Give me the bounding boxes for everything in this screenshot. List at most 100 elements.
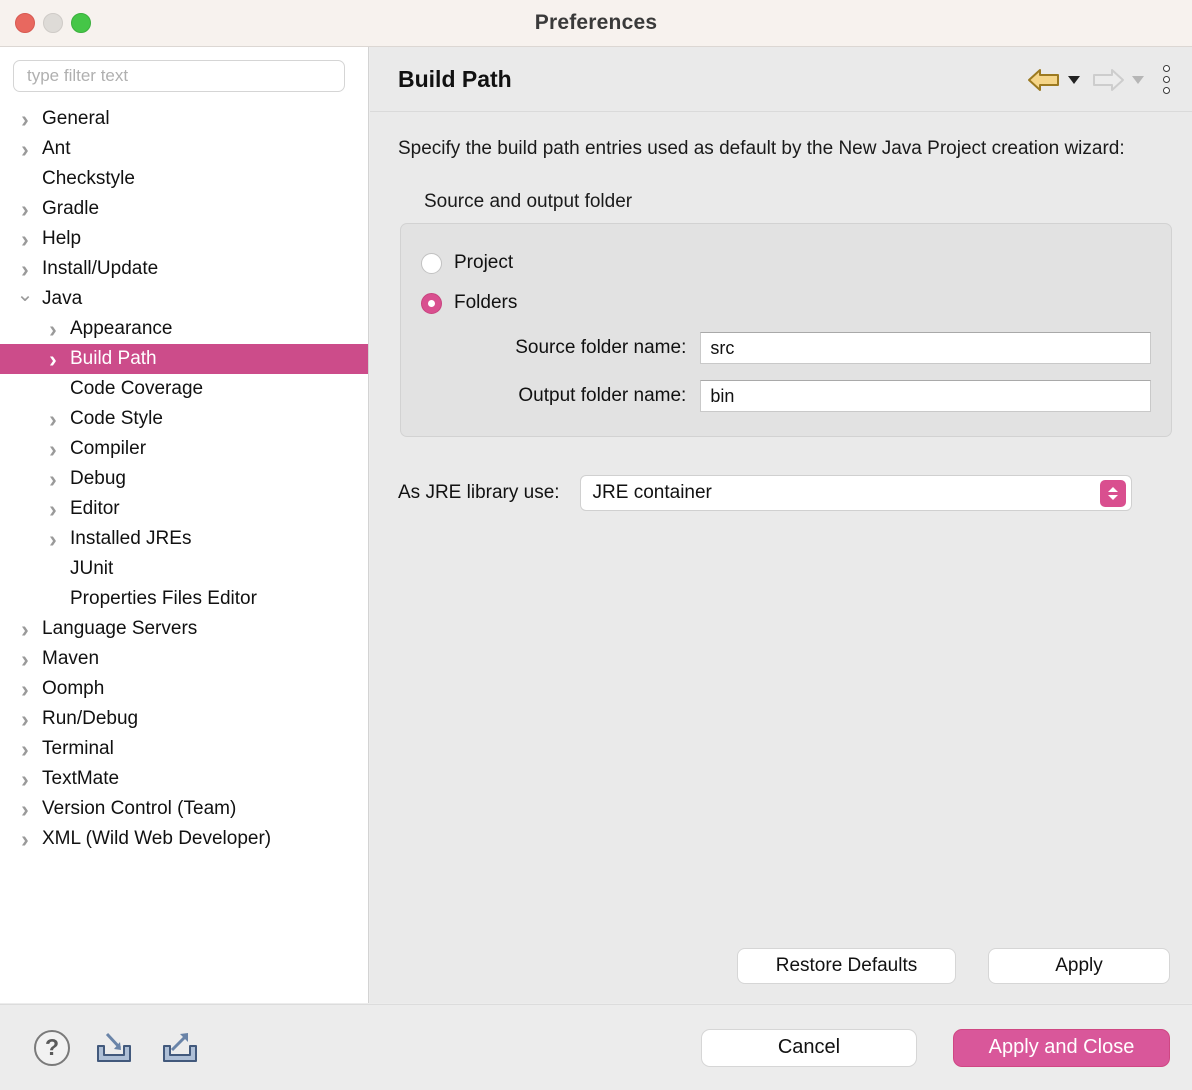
sidebar-item-label: Checkstyle — [42, 168, 135, 189]
preferences-sidebar: General Ant Checkstyle Gradle Help Install/Up… — [0, 47, 369, 1003]
chevron-right-icon[interactable] — [42, 498, 64, 521]
sidebar-item-junit[interactable]: JUnit — [0, 554, 368, 584]
footer-icon-group: ? — [34, 1028, 202, 1068]
dot — [1163, 65, 1170, 72]
question-mark-icon[interactable]: ? — [34, 1029, 70, 1066]
radio-button-project[interactable] — [421, 252, 442, 274]
sidebar-item-compiler[interactable]: Compiler — [0, 434, 368, 464]
sidebar-item-terminal[interactable]: Terminal — [0, 734, 368, 764]
vertical-dots-icon[interactable] — [1163, 65, 1170, 94]
sidebar-item-ant[interactable]: Ant — [0, 134, 368, 164]
panel-body: Specify the build path entries used as d… — [370, 112, 1192, 1003]
sidebar-item-xml-wild-web-developer[interactable]: XML (Wild Web Developer) — [0, 824, 368, 854]
sidebar-item-label: Maven — [42, 648, 100, 669]
sidebar-item-install-update[interactable]: Install/Update — [0, 254, 368, 284]
sidebar-item-gradle[interactable]: Gradle — [0, 194, 368, 224]
source-folder-row: Source folder name: — [421, 328, 1151, 368]
sidebar-item-help[interactable]: Help — [0, 224, 368, 254]
output-folder-input[interactable] — [700, 380, 1151, 413]
chevron-right-icon[interactable] — [14, 798, 36, 821]
dialog-footer: ? Cancel Apply and Close — [0, 1004, 1192, 1090]
chevron-right-icon[interactable] — [14, 708, 36, 731]
sidebar-item-maven[interactable]: Maven — [0, 644, 368, 674]
sidebar-item-build-path[interactable]: Build Path — [0, 344, 368, 374]
chevron-right-icon[interactable] — [14, 138, 36, 161]
radio-option-project[interactable]: Project — [421, 246, 1151, 280]
chevron-right-icon[interactable] — [42, 318, 64, 341]
chevron-right-icon[interactable] — [14, 618, 36, 641]
chevron-right-icon[interactable] — [42, 348, 64, 371]
sidebar-item-code-coverage[interactable]: Code Coverage — [0, 374, 368, 404]
sidebar-item-appearance[interactable]: Appearance — [0, 314, 368, 344]
chevron-right-icon[interactable] — [14, 738, 36, 761]
sidebar-item-label: General — [42, 108, 110, 129]
group-label-source-output-folder: Source and output folder — [424, 191, 633, 213]
chevron-right-icon[interactable] — [14, 648, 36, 671]
sidebar-item-code-style[interactable]: Code Style — [0, 404, 368, 434]
chevron-right-icon[interactable] — [42, 438, 64, 461]
chevron-right-icon[interactable] — [14, 228, 36, 251]
chevron-up-icon — [1107, 487, 1118, 493]
export-preferences-icon[interactable] — [158, 1028, 202, 1068]
back-button[interactable] — [1025, 67, 1063, 93]
chevron-right-icon[interactable] — [42, 468, 64, 491]
up-down-stepper-icon[interactable] — [1099, 480, 1126, 508]
sidebar-item-version-control-team[interactable]: Version Control (Team) — [0, 794, 368, 824]
chevron-right-icon[interactable] — [14, 258, 36, 281]
preferences-window: Preferences General Ant Checkstyle Gradle He… — [0, 0, 1192, 1090]
radio-label-project: Project — [454, 252, 514, 274]
sidebar-item-language-servers[interactable]: Language Servers — [0, 614, 368, 644]
sidebar-item-general[interactable]: General — [0, 104, 368, 134]
chevron-right-icon[interactable] — [14, 678, 36, 701]
back-arrow-icon — [1028, 68, 1059, 91]
sidebar-item-label: Appearance — [70, 318, 173, 339]
sidebar-item-label: Properties Files Editor — [70, 588, 257, 609]
chevron-right-icon[interactable] — [14, 198, 36, 221]
apply-button[interactable]: Apply — [988, 948, 1170, 984]
apply-and-close-button[interactable]: Apply and Close — [953, 1028, 1170, 1067]
chevron-down-icon[interactable] — [14, 289, 36, 309]
forward-button — [1089, 67, 1127, 93]
sidebar-item-run-debug[interactable]: Run/Debug — [0, 704, 368, 734]
sidebar-item-java[interactable]: Java — [0, 284, 368, 314]
chevron-right-icon[interactable] — [14, 768, 36, 791]
sidebar-item-label: Terminal — [42, 738, 114, 759]
jre-library-select[interactable]: JRE container — [579, 475, 1132, 512]
title-bar: Preferences — [0, 0, 1192, 47]
sidebar-item-editor[interactable]: Editor — [0, 494, 368, 524]
source-folder-input[interactable] — [700, 332, 1151, 365]
sidebar-item-textmate[interactable]: TextMate — [0, 764, 368, 794]
chevron-right-icon[interactable] — [42, 528, 64, 551]
restore-defaults-button[interactable]: Restore Defaults — [737, 948, 956, 984]
sidebar-item-label: Code Coverage — [70, 378, 204, 399]
sidebar-item-properties-files-editor[interactable]: Properties Files Editor — [0, 584, 368, 614]
chevron-right-icon[interactable] — [14, 828, 36, 851]
sidebar-item-checkstyle[interactable]: Checkstyle — [0, 164, 368, 194]
sidebar-item-label: JUnit — [70, 558, 114, 579]
chevron-right-icon[interactable] — [42, 408, 64, 431]
sidebar-item-label: Compiler — [70, 438, 147, 459]
panel-header-toolbar — [1025, 47, 1176, 112]
sidebar-item-label: Debug — [70, 468, 126, 489]
sidebar-item-installed-jres[interactable]: Installed JREs — [0, 524, 368, 554]
output-folder-label: Output folder name: — [518, 385, 687, 407]
sidebar-item-label: Ant — [42, 138, 71, 159]
cancel-button[interactable]: Cancel — [701, 1028, 917, 1067]
chevron-right-icon[interactable] — [14, 108, 36, 131]
dot — [1163, 87, 1170, 94]
source-output-folder-group: Project Folders Source folder name: Outp… — [400, 223, 1172, 438]
radio-button-folders[interactable] — [421, 292, 442, 314]
sidebar-item-oomph[interactable]: Oomph — [0, 674, 368, 704]
import-preferences-icon[interactable] — [92, 1028, 136, 1068]
radio-option-folders[interactable]: Folders — [421, 286, 1151, 320]
sidebar-item-debug[interactable]: Debug — [0, 464, 368, 494]
chevron-down-icon — [1107, 495, 1118, 501]
preferences-detail-panel: Build Path Specify the build path entrie… — [370, 47, 1192, 1003]
back-dropdown-chevron-down-icon[interactable] — [1068, 75, 1080, 84]
sidebar-item-label: Language Servers — [42, 618, 198, 639]
sidebar-item-label: Oomph — [42, 678, 105, 699]
jre-library-selected-value: JRE container — [592, 482, 712, 504]
radio-label-folders: Folders — [454, 292, 518, 314]
filter-input[interactable] — [13, 60, 345, 92]
sidebar-item-label: Java — [42, 288, 83, 309]
